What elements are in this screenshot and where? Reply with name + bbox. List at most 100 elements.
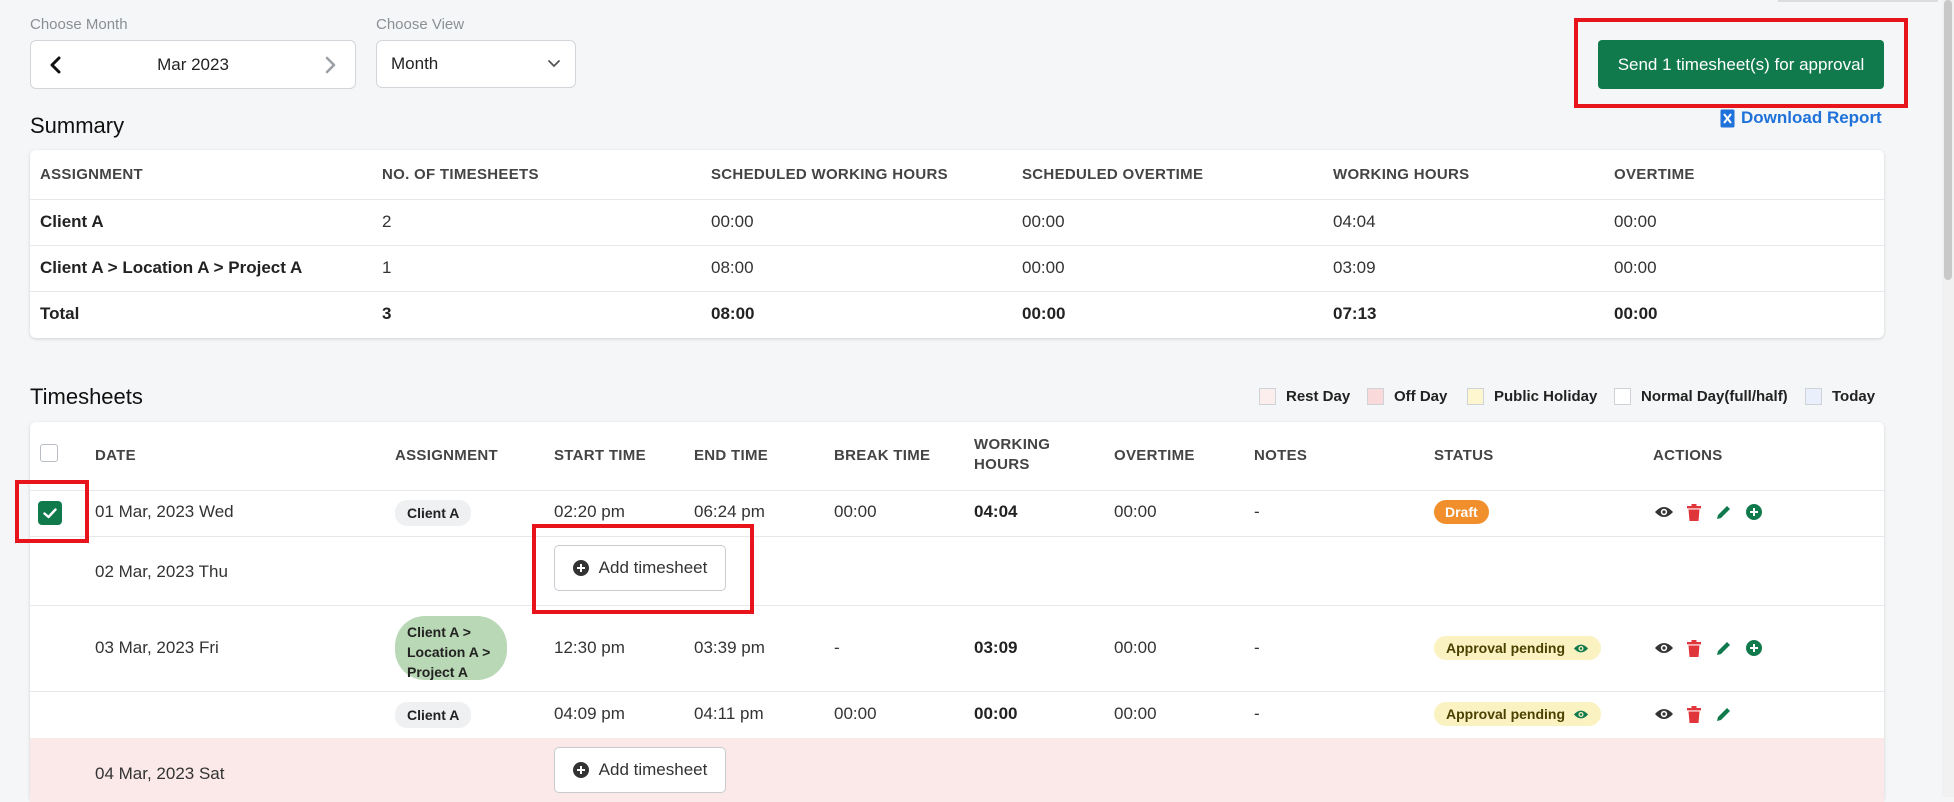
timesheets-table: DATE ASSIGNMENT START TIME END TIME BREA… [30,422,1884,802]
download-report-link[interactable]: Download Report [1720,108,1882,128]
summary-row-assignment: Client A [40,212,104,231]
delete-button[interactable] [1683,637,1705,659]
legend-label: Today [1832,388,1876,405]
ts-header-working-2: HOURS [974,456,1030,473]
summary-header-assignment: ASSIGNMENT [40,166,144,183]
ts-header-end: END TIME [694,447,769,464]
assignment-line: Location A > [407,644,491,660]
select-all-checkbox[interactable] [40,444,58,462]
prev-month-button[interactable] [31,41,81,88]
chevron-down-icon [548,60,560,68]
edit-button[interactable] [1713,637,1735,659]
legend-label: Normal Day(full/half) [1641,388,1788,405]
summary-row-sched-hours: 08:00 [711,258,754,277]
ts-row-start: 12:30 pm [554,638,625,657]
view-button[interactable] [1653,637,1675,659]
summary-header-sched-hours: SCHEDULED WORKING HOURS [711,166,948,183]
top-divider [1778,0,1938,2]
divider [30,691,1884,692]
trash-icon [1687,705,1701,723]
summary-row-hours: 03:09 [1333,258,1376,277]
ts-row-assignment: Client A [395,500,472,526]
eye-icon [1655,643,1673,653]
page-scrollbar-thumb[interactable] [1944,0,1952,280]
ts-row-start: 04:09 pm [554,704,625,723]
send-for-approval-button[interactable]: Send 1 timesheet(s) for approval [1598,40,1884,89]
ts-row-date: 02 Mar, 2023 Thu [95,562,228,581]
pencil-icon [1717,642,1730,655]
add-timesheet-button[interactable]: Add timesheet [554,747,726,793]
summary-total-count: 3 [382,304,392,323]
divider [30,490,1884,491]
summary-header-hours: WORKING HOURS [1333,166,1470,183]
ts-row-assignment: Client A [395,702,472,728]
delete-button[interactable] [1683,501,1705,523]
summary-row-assignment: Client A > Location A > Project A [40,258,303,277]
legend-normal-day: Normal Day(full/half) [1614,388,1788,405]
summary-table: ASSIGNMENT NO. OF TIMESHEETS SCHEDULED W… [30,150,1884,338]
summary-total-label: Total [40,304,80,323]
summary-row-hours: 04:04 [1333,212,1376,231]
ts-header-working-1: WORKING [974,436,1051,453]
choose-view-label: Choose View [376,16,465,33]
next-month-button[interactable] [305,41,355,88]
status-badge-draft: Draft [1434,500,1489,524]
plus-circle-icon [1746,504,1762,520]
add-entry-button[interactable] [1743,637,1765,659]
rest-day-row [30,738,1884,802]
ts-header-notes: NOTES [1254,447,1308,464]
summary-total-sched-ot: 00:00 [1022,304,1066,323]
divider [30,605,1884,606]
summary-row-count: 2 [382,212,392,231]
delete-button[interactable] [1683,703,1705,725]
divider [30,536,1884,537]
ts-header-date: DATE [95,447,136,464]
summary-total-hours: 07:13 [1333,304,1377,323]
current-month: Mar 2023 [157,54,229,74]
status-label: Approval pending [1446,640,1565,656]
summary-row-sched-ot: 00:00 [1022,212,1065,231]
view-button[interactable] [1653,501,1675,523]
summary-header-count: NO. OF TIMESHEETS [382,166,539,183]
ts-row-hours: 00:00 [974,704,1018,723]
summary-total-sched-hours: 08:00 [711,304,755,323]
legend-swatch [1259,388,1276,405]
summary-row-sched-hours: 00:00 [711,212,754,231]
add-entry-button[interactable] [1743,501,1765,523]
ts-header-start: START TIME [554,447,646,464]
plus-circle-icon [572,762,589,778]
trash-icon [1687,639,1701,657]
ts-row-hours: 04:04 [974,502,1018,521]
legend-swatch [1467,388,1484,405]
summary-row-count: 1 [382,258,392,277]
summary-row-ot: 00:00 [1614,258,1657,277]
legend-public-holiday: Public Holiday [1467,388,1597,405]
legend-swatch [1614,388,1631,405]
ts-row-start: 02:20 pm [554,502,625,521]
choose-month-label: Choose Month [30,16,128,33]
ts-row-hours: 03:09 [974,638,1018,657]
ts-row-notes: - [1254,502,1260,521]
legend-swatch [1367,388,1384,405]
timesheets-title: Timesheets [30,384,143,409]
ts-row-break: 00:00 [834,502,877,521]
divider [30,291,1884,292]
chevron-right-icon [325,56,336,73]
summary-title: Summary [30,113,125,138]
edit-button[interactable] [1713,501,1735,523]
view-select[interactable]: Month [376,40,576,88]
eye-icon [1573,710,1589,718]
add-timesheet-label: Add timesheet [598,760,708,779]
excel-file-icon [1720,109,1735,127]
edit-button[interactable] [1713,703,1735,725]
highlight-box-add-timesheet [532,524,754,614]
legend-swatch [1805,388,1822,405]
view-button[interactable] [1653,703,1675,725]
eye-icon [1655,709,1673,719]
ts-row-overtime: 00:00 [1114,638,1157,657]
eye-icon [1573,644,1589,652]
ts-row-actions [1653,637,1765,659]
status-badge-pending: Approval pending [1434,702,1601,726]
legend-label: Public Holiday [1494,388,1598,405]
ts-row-date: 03 Mar, 2023 Fri [95,638,219,657]
